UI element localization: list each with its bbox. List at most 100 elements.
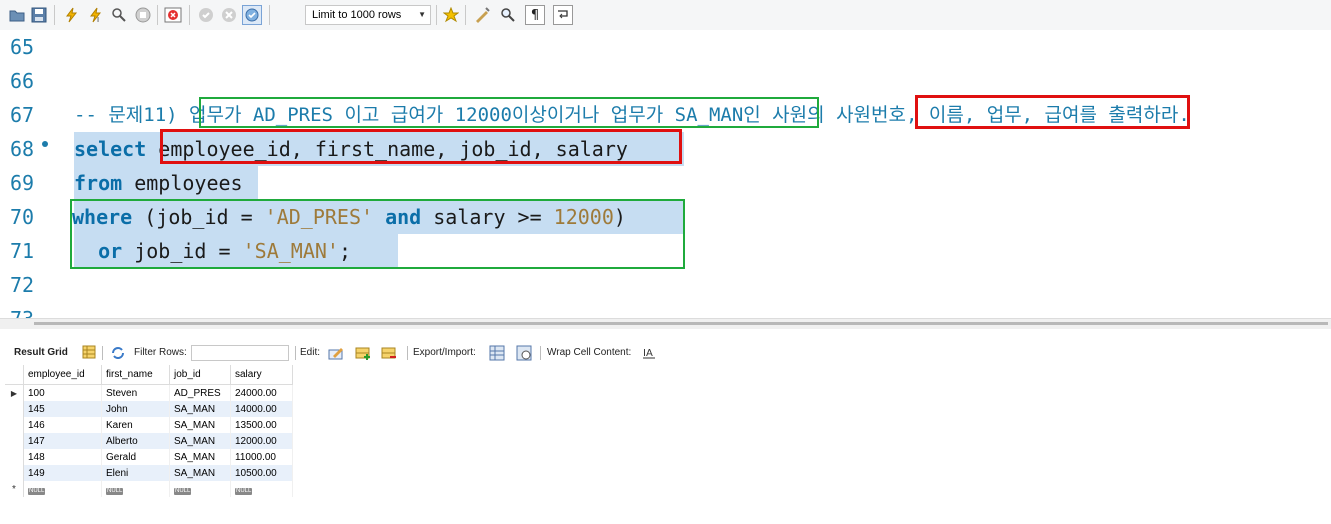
cell[interactable]: AD_PRES <box>169 384 231 401</box>
cell[interactable]: 100 <box>23 384 102 401</box>
cell[interactable]: 13500.00 <box>230 417 293 433</box>
highlight-box-select-columns <box>160 129 682 164</box>
stop-icon[interactable] <box>133 5 153 25</box>
cell[interactable]: Gerald <box>101 449 170 465</box>
cell[interactable]: 145 <box>23 401 102 417</box>
explain-icon[interactable] <box>109 5 129 25</box>
result-grid-tab[interactable]: Result Grid <box>14 347 68 358</box>
null-badge: NULL <box>235 487 253 495</box>
cell[interactable]: SA_MAN <box>169 433 231 449</box>
table-row[interactable]: 146 Karen SA_MAN 13500.00 <box>5 417 293 433</box>
cell[interactable]: Eleni <box>101 465 170 481</box>
svg-text:I: I <box>97 16 99 23</box>
execute-icon[interactable] <box>62 5 82 25</box>
cell[interactable]: NULL <box>169 481 231 497</box>
column-header[interactable]: first_name <box>101 365 170 385</box>
cell[interactable]: 147 <box>23 433 102 449</box>
execute-statement-icon[interactable]: I <box>86 5 106 25</box>
import-icon[interactable] <box>516 345 532 361</box>
null-badge: NULL <box>28 487 46 495</box>
autocommit-icon[interactable] <box>242 5 262 25</box>
cell[interactable]: NULL <box>23 481 102 497</box>
grid-view-icon[interactable] <box>82 345 98 361</box>
cell[interactable]: 148 <box>23 449 102 465</box>
invisibles-icon[interactable]: ¶ <box>525 5 545 25</box>
row-indicator <box>5 465 24 481</box>
cell[interactable]: NULL <box>230 481 293 497</box>
delete-row-icon[interactable] <box>381 345 397 361</box>
toggle-error-icon[interactable] <box>163 5 183 25</box>
table-name: employees <box>122 171 255 195</box>
result-grid-toolbar: Result Grid Filter Rows: Edit: Export/Im… <box>0 342 1331 364</box>
cell[interactable]: 10500.00 <box>230 465 293 481</box>
beautify-icon[interactable] <box>472 5 492 25</box>
cell[interactable]: 12000.00 <box>230 433 293 449</box>
cell[interactable]: 24000.00 <box>230 384 293 401</box>
sql-editor-toolbar: I Limit to 1000 rows ▼ ¶ <box>0 0 1331 31</box>
commit-icon[interactable] <box>196 5 216 25</box>
open-folder-icon[interactable] <box>7 5 27 25</box>
edit-label: Edit: <box>300 347 321 358</box>
save-icon[interactable] <box>29 5 49 25</box>
code-line-69: from employees <box>74 166 255 200</box>
cell[interactable]: 146 <box>23 417 102 433</box>
cell[interactable]: Karen <box>101 417 170 433</box>
line-number: 66 <box>10 69 35 93</box>
line-number: 65 <box>10 35 35 59</box>
horizontal-scrollbar[interactable] <box>0 318 1331 329</box>
line-number: 70 <box>10 205 35 229</box>
highlight-box-where-clause <box>70 199 685 269</box>
highlight-box-columns <box>915 95 1190 129</box>
cell[interactable]: SA_MAN <box>169 465 231 481</box>
cell[interactable]: John <box>101 401 170 417</box>
rollback-icon[interactable] <box>219 5 239 25</box>
new-row-marker: * <box>5 481 24 497</box>
refresh-icon[interactable] <box>110 345 126 361</box>
filter-rows-label: Filter Rows: <box>134 347 187 358</box>
column-header[interactable]: salary <box>230 365 293 385</box>
line-number: 69 <box>10 171 35 195</box>
cell[interactable]: 11000.00 <box>230 449 293 465</box>
cell[interactable]: Steven <box>101 384 170 401</box>
wrap-cell-icon[interactable]: IA <box>642 345 658 361</box>
wrap-cell-label: Wrap Cell Content: <box>547 347 632 358</box>
limit-rows-select[interactable]: Limit to 1000 rows ▼ <box>305 5 431 25</box>
line-number: 73 <box>10 302 34 318</box>
export-icon[interactable] <box>489 345 505 361</box>
result-grid[interactable]: employee_id first_name job_id salary ▶ 1… <box>5 365 293 497</box>
line-number: 67 <box>10 103 35 127</box>
table-row[interactable]: 148 Gerald SA_MAN 11000.00 <box>5 449 293 465</box>
table-row[interactable]: ▶ 100 Steven AD_PRES 24000.00 <box>5 384 293 401</box>
cell[interactable]: Alberto <box>101 433 170 449</box>
limit-rows-value: Limit to 1000 rows <box>312 9 402 21</box>
column-header[interactable]: employee_id <box>23 365 102 385</box>
edit-row-icon[interactable] <box>328 345 344 361</box>
row-indicator <box>5 401 24 417</box>
row-indicator <box>5 449 24 465</box>
null-badge: NULL <box>174 487 192 495</box>
add-row-icon[interactable] <box>355 345 371 361</box>
sql-editor[interactable]: 65 66 67 68 69 70 71 72 73 -- 문제11) 업무가 … <box>0 30 1331 318</box>
column-header[interactable]: job_id <box>169 365 231 385</box>
cell[interactable]: SA_MAN <box>169 401 231 417</box>
null-badge: NULL <box>106 487 124 495</box>
filter-rows-input[interactable] <box>191 345 289 361</box>
export-import-label: Export/Import: <box>413 347 476 358</box>
wrap-icon[interactable] <box>553 5 573 25</box>
table-row[interactable]: 149 Eleni SA_MAN 10500.00 <box>5 465 293 481</box>
new-row[interactable]: * NULL NULL NULL NULL <box>5 481 293 497</box>
svg-text:IA: IA <box>643 348 653 359</box>
table-row[interactable]: 147 Alberto SA_MAN 12000.00 <box>5 433 293 449</box>
statement-marker-icon <box>42 141 48 147</box>
table-row[interactable]: 145 John SA_MAN 14000.00 <box>5 401 293 417</box>
row-indicator <box>5 417 24 433</box>
cell[interactable]: 14000.00 <box>230 401 293 417</box>
cell[interactable]: 149 <box>23 465 102 481</box>
keyword-from: from <box>74 171 123 195</box>
scrollbar-thumb[interactable] <box>34 322 1328 325</box>
cell[interactable]: SA_MAN <box>169 417 231 433</box>
cell[interactable]: SA_MAN <box>169 449 231 465</box>
find-icon[interactable] <box>498 5 518 25</box>
add-snippet-icon[interactable] <box>441 5 461 25</box>
cell[interactable]: NULL <box>101 481 170 497</box>
